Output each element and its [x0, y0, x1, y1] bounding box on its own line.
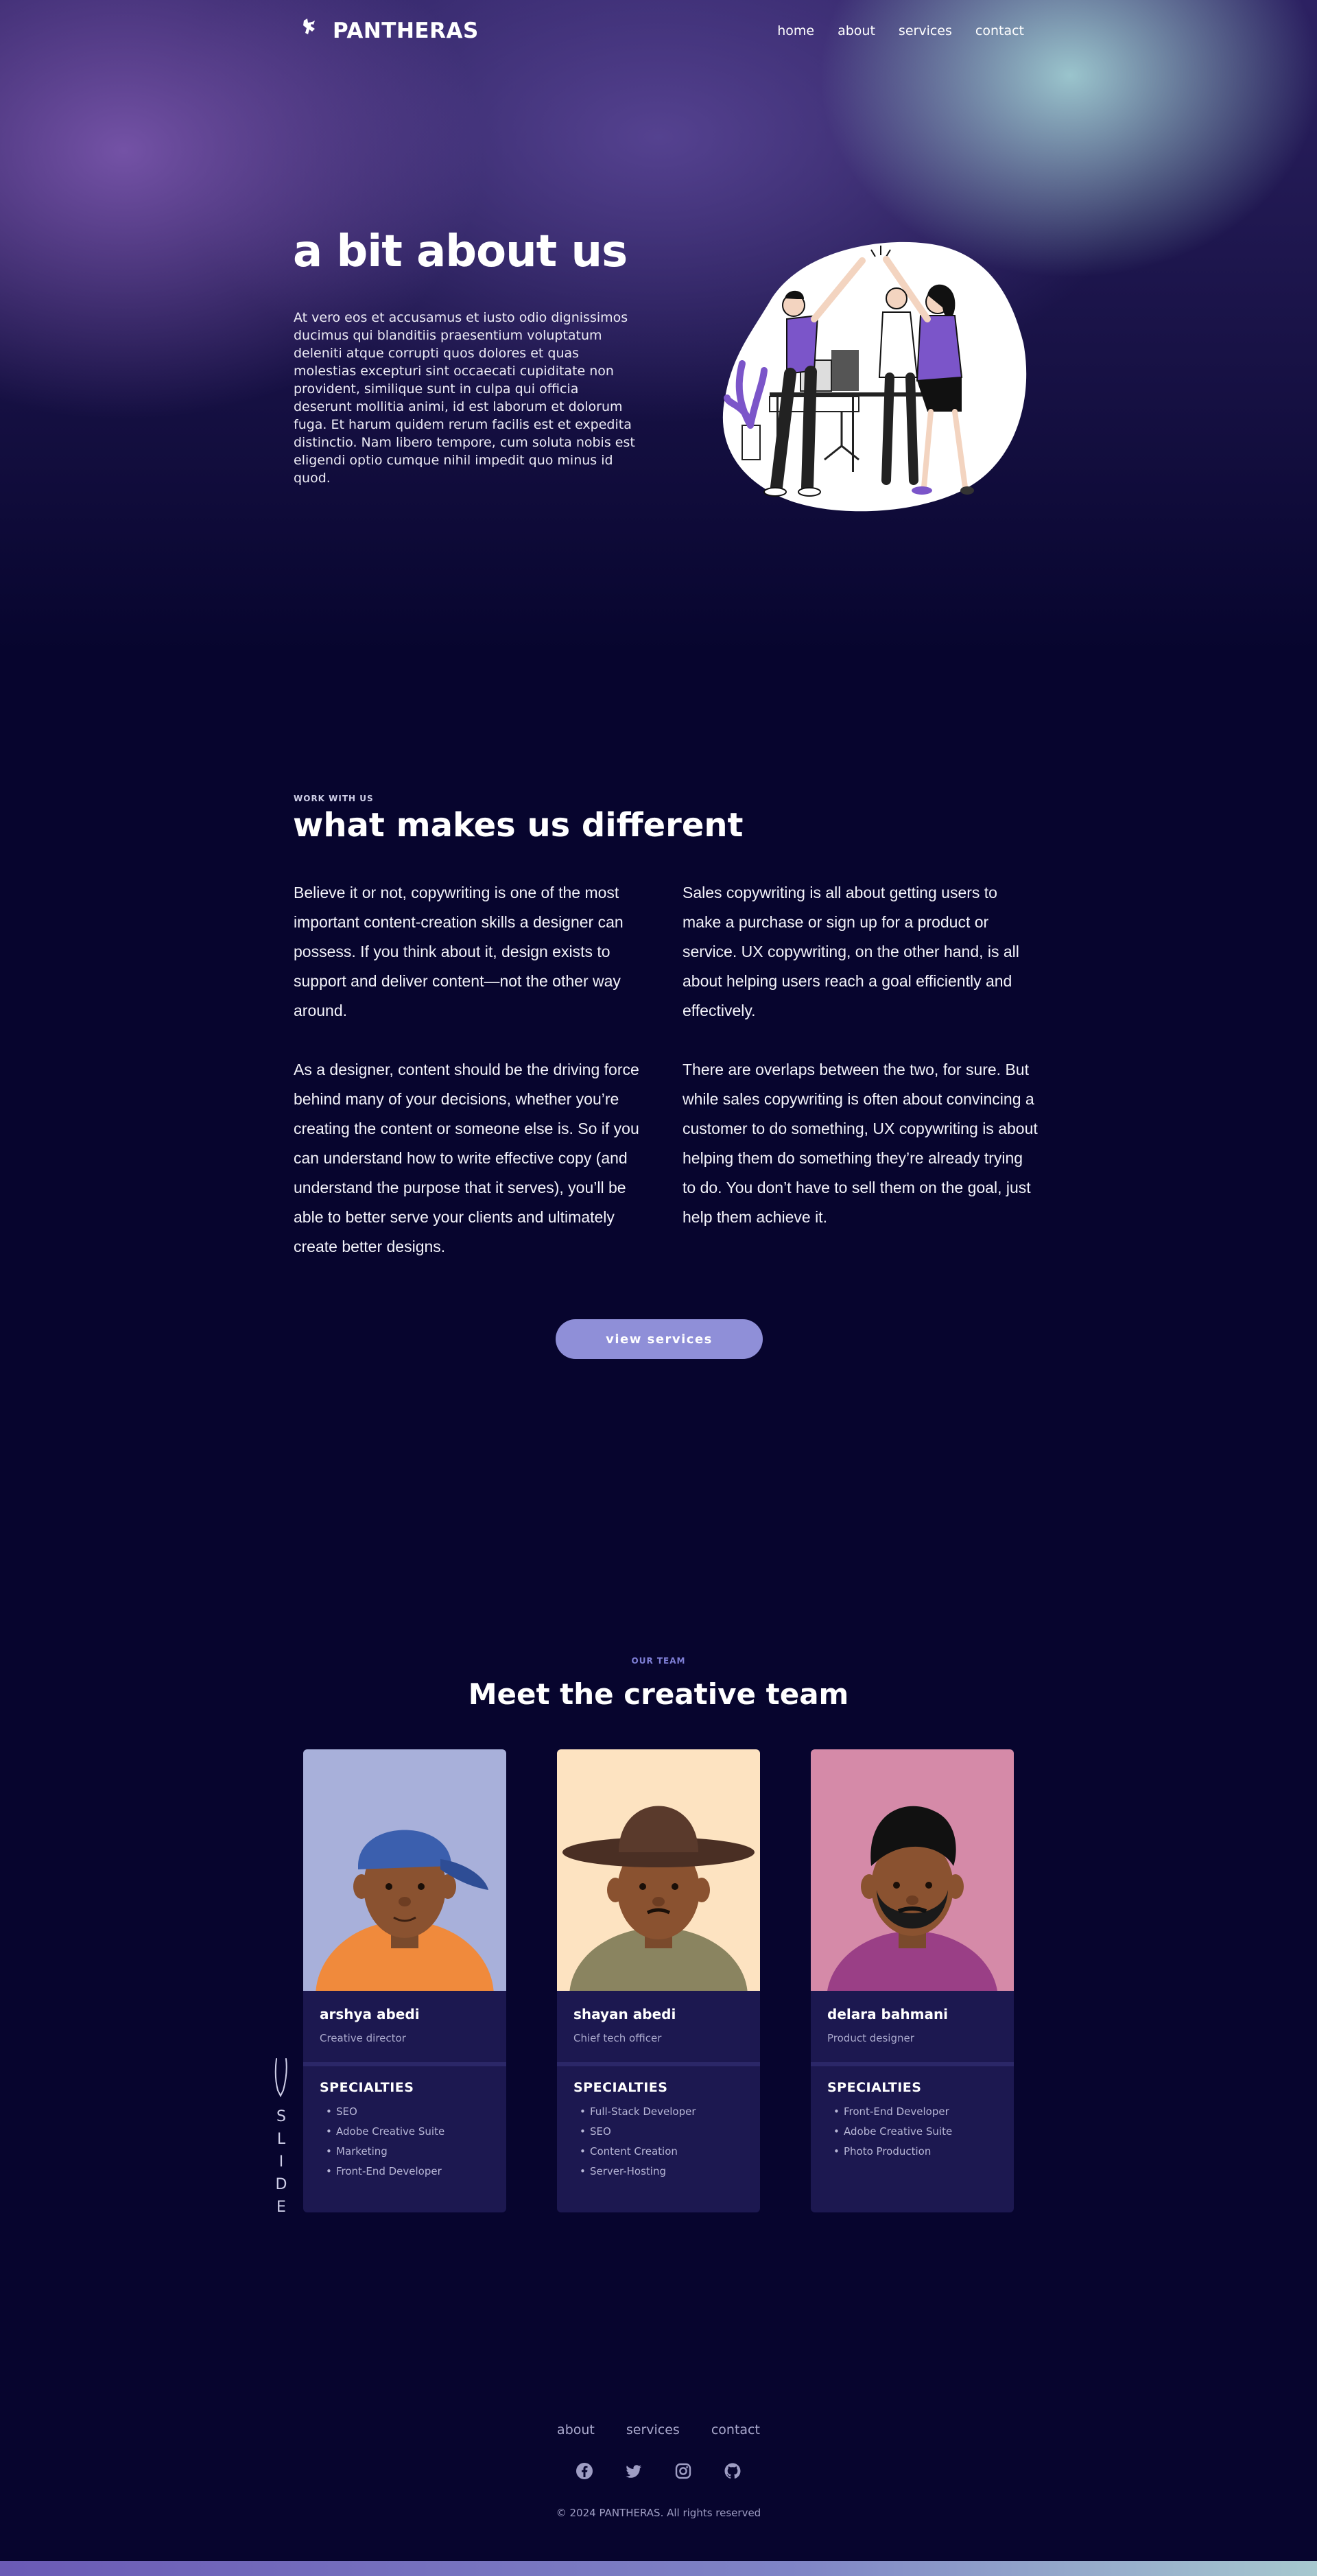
different-paragraph: Believe it or not, copywriting is one of… — [294, 884, 624, 1019]
team-title: Meet the creative team — [468, 1677, 849, 1711]
team-photo — [303, 1749, 506, 1991]
team-card-shayan[interactable]: shayan abedi Chief tech officer SPECIALT… — [557, 1749, 760, 2212]
specialty-item: Adobe Creative Suite — [827, 2122, 997, 2142]
nav-about[interactable]: about — [838, 23, 875, 38]
member-name: arshya abedi — [320, 2006, 420, 2022]
high-five-illustration — [722, 241, 1027, 512]
different-paragraph: Sales copywriting is all about getting u… — [683, 884, 1019, 1019]
avatar-bearded-man-icon — [827, 1806, 997, 1991]
instagram-icon[interactable] — [674, 2462, 692, 2480]
team-info: shayan abedi Chief tech officer — [557, 1991, 760, 2062]
panther-logo-icon — [303, 19, 315, 34]
about-title: a bit about us — [293, 226, 628, 277]
brand-name: PANTHERAS — [333, 19, 479, 43]
specialty-item: SEO — [320, 2102, 490, 2122]
nav-home[interactable]: home — [777, 23, 814, 38]
team-photo — [557, 1749, 760, 1991]
team-photo — [811, 1749, 1014, 1991]
team-info: delara bahmani Product designer — [811, 1991, 1014, 2062]
specialty-item: SEO — [573, 2122, 744, 2142]
specialties-list: SEO Adobe Creative Suite Marketing Front… — [320, 2102, 490, 2182]
slide-letter: S — [276, 2108, 286, 2125]
different-left-column: Believe it or not, copywriting is one of… — [294, 878, 658, 1291]
page: PANTHERAS home about services contact a … — [0, 0, 1317, 2576]
specialties-title: SPECIALTIES — [573, 2080, 668, 2095]
member-name: delara bahmani — [827, 2006, 949, 2022]
specialties: SPECIALTIES SEO Adobe Creative Suite Mar… — [303, 2066, 506, 2182]
specialties-list: Front-End Developer Adobe Creative Suite… — [827, 2102, 997, 2162]
avatar-hat-man-icon — [562, 1806, 755, 1991]
specialties: SPECIALTIES Front-End Developer Adobe Cr… — [811, 2066, 1014, 2162]
member-name: shayan abedi — [573, 2006, 676, 2022]
specialties-list: Full-Stack Developer SEO Content Creatio… — [573, 2102, 744, 2182]
bottom-gradient-bar — [0, 2561, 1317, 2576]
slide-letter: I — [279, 2153, 284, 2171]
specialties: SPECIALTIES Full-Stack Developer SEO Con… — [557, 2066, 760, 2182]
footer-link-services[interactable]: services — [626, 2422, 680, 2437]
specialty-item: Front-End Developer — [827, 2102, 997, 2122]
different-eyebrow: WORK WITH US — [294, 794, 374, 803]
specialty-item: Full-Stack Developer — [573, 2102, 744, 2122]
specialties-title: SPECIALTIES — [827, 2080, 922, 2095]
view-services-button[interactable]: view services — [556, 1319, 763, 1359]
navbar: PANTHERAS home about services contact — [300, 7, 1024, 55]
member-role: Product designer — [827, 2032, 914, 2044]
footer-link-about[interactable]: about — [557, 2422, 595, 2437]
specialties-title: SPECIALTIES — [320, 2080, 414, 2095]
different-right-column: Sales copywriting is all about getting u… — [683, 878, 1039, 1262]
member-role: Creative director — [320, 2032, 406, 2044]
specialty-item: Photo Production — [827, 2142, 997, 2162]
nav-contact[interactable]: contact — [975, 23, 1024, 38]
slide-hint: S L I D E — [274, 2058, 287, 2216]
copyright: © 2024 PANTHERAS. All rights reserved — [556, 2507, 761, 2519]
about-text: At vero eos et accusamus et iusto odio d… — [294, 310, 635, 486]
avatar-cap-boy-icon — [316, 1830, 494, 1991]
twitter-icon[interactable] — [625, 2462, 643, 2480]
slide-letter: L — [277, 2131, 286, 2148]
member-role: Chief tech officer — [573, 2032, 662, 2044]
footer-links: about services contact — [0, 2422, 1317, 2437]
team-card-arshya[interactable]: arshya abedi Creative director SPECIALTI… — [303, 1749, 506, 2212]
specialty-item: Server-Hosting — [573, 2162, 744, 2182]
different-paragraph: As a designer, content should be the dri… — [294, 1061, 639, 1255]
team-info: arshya abedi Creative director — [303, 1991, 506, 2062]
different-title: what makes us different — [293, 806, 744, 844]
facebook-icon[interactable] — [576, 2462, 593, 2480]
github-icon[interactable] — [724, 2462, 741, 2480]
specialty-item: Content Creation — [573, 2142, 744, 2162]
team-eyebrow: OUR TEAM — [631, 1656, 686, 1666]
slide-letter: E — [276, 2199, 286, 2216]
social-links — [0, 2462, 1317, 2480]
team-card-delara[interactable]: delara bahmani Product designer SPECIALT… — [811, 1749, 1014, 2212]
footer-link-contact[interactable]: contact — [711, 2422, 760, 2437]
hero-background — [0, 0, 1317, 686]
nav-links: home about services contact — [777, 23, 1024, 38]
slide-letter: D — [276, 2176, 287, 2193]
nav-services[interactable]: services — [899, 23, 952, 38]
logo[interactable]: PANTHERAS — [300, 16, 479, 45]
specialty-item: Front-End Developer — [320, 2162, 490, 2182]
specialty-item: Adobe Creative Suite — [320, 2122, 490, 2142]
specialty-item: Marketing — [320, 2142, 490, 2162]
different-paragraph: There are overlaps between the two, for … — [683, 1061, 1038, 1226]
